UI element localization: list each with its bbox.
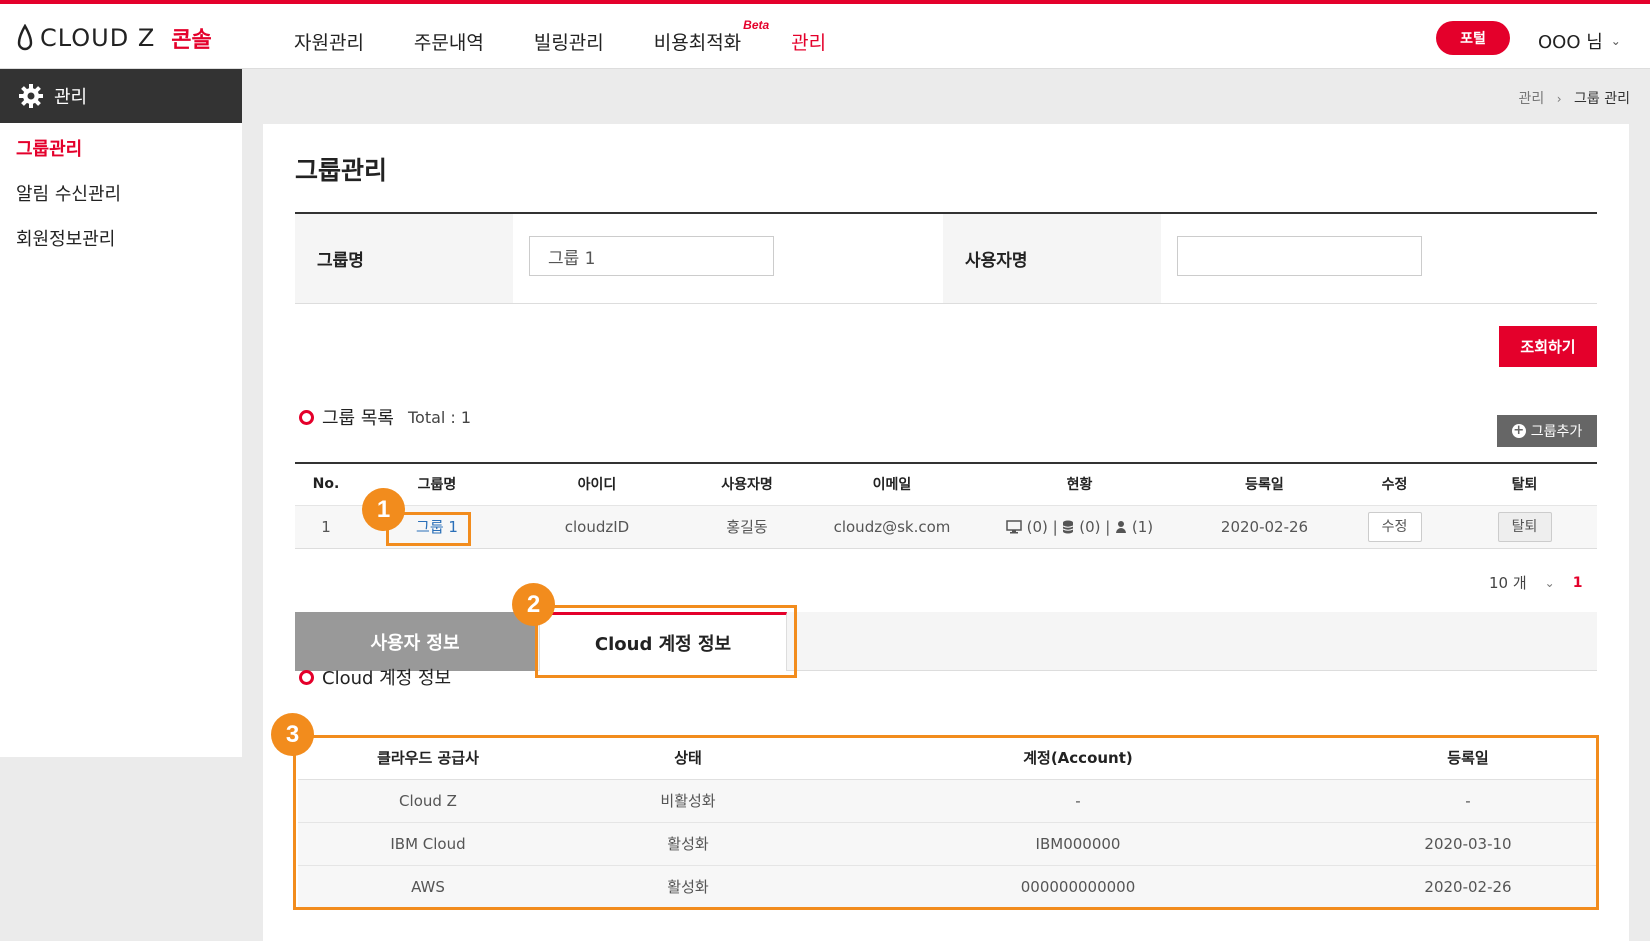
breadcrumb-root[interactable]: 관리 <box>1519 91 1545 107</box>
page-title: 그룹관리 <box>295 156 388 185</box>
group-name-input[interactable] <box>529 236 774 276</box>
db-count: (0) | <box>1079 517 1111 536</box>
edit-cell: 수정 <box>1337 505 1452 549</box>
top-header: CLOUD Z 콘솔 자원관리 주문내역 빌링관리 비용최적화 Beta 관리 포… <box>0 4 1650 69</box>
nav-orders[interactable]: 주문내역 <box>414 28 484 55</box>
sidebar-header: 관리 <box>0 69 242 123</box>
group-name-label: 그룹명 <box>295 214 513 303</box>
add-group-button[interactable]: + 그룹추가 <box>1497 415 1597 447</box>
leave-cell: 탈퇴 <box>1452 505 1597 549</box>
callout-badge-3: 3 <box>271 713 314 756</box>
resource-status: (0) | (0) | (1) <box>967 505 1192 549</box>
vm-count: (0) | <box>1026 517 1058 536</box>
page-size-value: 10 개 <box>1489 574 1527 592</box>
pagination: 10 개 ⌄ 1 <box>1489 572 1582 593</box>
table-header-row: No. 그룹명 아이디 사용자명 이메일 현황 등록일 수정 탈퇴 <box>295 463 1597 506</box>
column-header: 사용자명 <box>677 463 817 506</box>
user-menu[interactable]: OOO 님 ⌄ <box>1538 28 1621 54</box>
column-header: 등록일 <box>1192 463 1337 506</box>
search-form: 그룹명 사용자명 <box>295 212 1597 304</box>
callout-highlight-cloud-tab <box>535 605 797 678</box>
circle-bullet-icon <box>299 669 314 685</box>
nav-admin[interactable]: 관리 <box>791 28 826 55</box>
breadcrumb-current: 그룹 관리 <box>1574 91 1630 107</box>
chevron-down-icon: ⌄ <box>1610 34 1621 48</box>
user-name: OOO 님 <box>1538 32 1603 53</box>
user-name-label: 사용자명 <box>943 214 1161 303</box>
group-list-heading: 그룹 목록 Total : 1 <box>299 404 471 430</box>
sidebar-title: 관리 <box>54 87 88 108</box>
brand-name: CLOUD Z <box>40 24 156 52</box>
monitor-icon <box>1006 520 1022 534</box>
nav-cost-optimization-label: 비용최적화 <box>653 32 742 54</box>
user-email: cloudz@sk.com <box>817 505 967 549</box>
user-name-input[interactable] <box>1177 236 1422 276</box>
column-header: No. <box>295 463 357 506</box>
chevron-down-icon[interactable]: ⌄ <box>1545 576 1555 590</box>
table-row: 1 그룹 1 cloudzID 홍길동 cloudz@sk.com (0) | … <box>295 505 1597 549</box>
search-button[interactable]: 조회하기 <box>1499 326 1597 367</box>
add-group-label: 그룹추가 <box>1530 424 1583 440</box>
nav-cost-optimization[interactable]: 비용최적화 Beta <box>653 18 769 55</box>
gear-icon <box>19 84 43 108</box>
beta-badge: Beta <box>743 18 770 32</box>
group-table: No. 그룹명 아이디 사용자명 이메일 현황 등록일 수정 탈퇴 1 그룹 1… <box>295 462 1597 549</box>
nav-billing[interactable]: 빌링관리 <box>534 28 604 55</box>
cloud-account-title: Cloud 계정 정보 <box>322 668 452 689</box>
user-count: (1) <box>1131 517 1154 536</box>
callout-badge-1: 1 <box>362 488 405 531</box>
user-name: 홍길동 <box>677 505 817 549</box>
registered-date: 2020-02-26 <box>1192 505 1337 549</box>
logo[interactable]: CLOUD Z 콘솔 <box>16 22 212 54</box>
callout-badge-2: 2 <box>512 583 555 626</box>
leave-button[interactable]: 탈퇴 <box>1497 511 1552 542</box>
circle-bullet-icon <box>299 409 314 425</box>
sidebar-menu: 그룹관리 알림 수신관리 회원정보관리 <box>0 123 242 260</box>
column-header: 아이디 <box>517 463 677 506</box>
sidebar: 관리 그룹관리 알림 수신관리 회원정보관리 <box>0 69 242 757</box>
breadcrumb: 관리 › 그룹 관리 <box>1519 88 1630 108</box>
chevron-right-icon: › <box>1556 92 1562 106</box>
column-header: 현황 <box>967 463 1192 506</box>
edit-button[interactable]: 수정 <box>1367 511 1422 542</box>
user-icon <box>1116 521 1127 533</box>
user-id: cloudzID <box>517 505 677 549</box>
column-header: 탈퇴 <box>1452 463 1597 506</box>
console-label: 콘솔 <box>171 28 212 53</box>
sidebar-item-group-management[interactable]: 그룹관리 <box>0 125 242 170</box>
plus-circle-icon: + <box>1511 423 1526 438</box>
group-total-count: Total : 1 <box>407 407 472 427</box>
group-list-title: 그룹 목록 <box>322 408 394 429</box>
page-size-select[interactable]: 10 개 <box>1489 572 1527 593</box>
column-header: 수정 <box>1337 463 1452 506</box>
portal-button[interactable]: 포털 <box>1436 21 1510 55</box>
database-icon <box>1063 520 1074 534</box>
drop-logo-icon <box>17 24 33 51</box>
sidebar-item-member-info[interactable]: 회원정보관리 <box>0 215 242 260</box>
callout-highlight-cloud-table <box>293 735 1599 910</box>
cloud-account-heading: Cloud 계정 정보 <box>299 664 451 690</box>
group-name-cell <box>513 214 943 303</box>
nav-resources[interactable]: 자원관리 <box>294 28 364 55</box>
tab-user-info[interactable]: 사용자 정보 <box>295 612 535 671</box>
main-nav: 자원관리 주문내역 빌링관리 비용최적화 Beta 관리 <box>294 18 876 55</box>
info-tabs: 사용자 정보 Cloud 계정 정보 <box>295 612 1597 671</box>
page-number[interactable]: 1 <box>1573 575 1583 591</box>
sidebar-item-notification[interactable]: 알림 수신관리 <box>0 170 242 215</box>
row-number: 1 <box>295 505 357 549</box>
column-header: 이메일 <box>817 463 967 506</box>
user-name-cell <box>1161 214 1597 303</box>
